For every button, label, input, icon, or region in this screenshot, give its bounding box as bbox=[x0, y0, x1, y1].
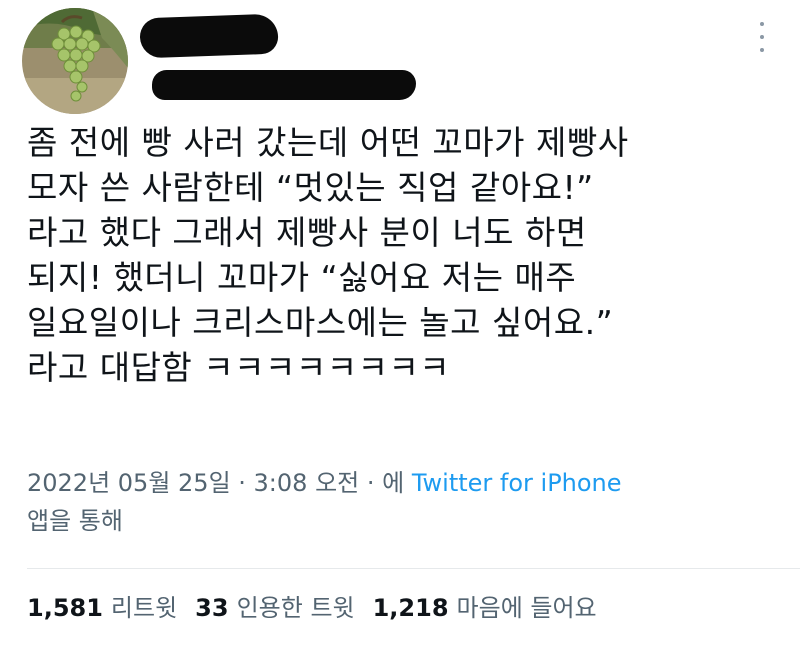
avatar[interactable] bbox=[22, 8, 128, 114]
more-vertical-icon[interactable] bbox=[755, 22, 769, 52]
tweet-timestamp[interactable]: 2022년 05월 25일 · 3:08 오전 · 에 bbox=[27, 469, 412, 497]
tweet-source-suffix: 앱을 통해 bbox=[27, 507, 123, 535]
likes-label: 마음에 들어요 bbox=[456, 594, 597, 622]
redacted-username[interactable] bbox=[152, 70, 416, 100]
tweet-line: 모자 쓴 사람한테 “멋있는 직업 같아요!” bbox=[27, 168, 594, 207]
quotes-label: 인용한 트윗 bbox=[236, 594, 355, 622]
likes-count: 1,218 bbox=[372, 594, 449, 622]
tweet-line: 되지! 했더니 꼬마가 “싫어요 저는 매주 bbox=[27, 258, 577, 297]
more-dot bbox=[760, 48, 764, 52]
tweet-line: 좀 전에 빵 사러 갔는데 어떤 꼬마가 제빵사 bbox=[27, 123, 629, 162]
avatar-grapes-image bbox=[22, 8, 128, 114]
tweet-source-link[interactable]: Twitter for iPhone bbox=[412, 469, 622, 497]
tweet-line: 라고 했다 그래서 제빵사 분이 너도 하면 bbox=[27, 213, 587, 252]
retweets-stat[interactable]: 1,581 리트윗 bbox=[27, 590, 177, 626]
divider bbox=[27, 568, 800, 569]
tweet-line: 라고 대답함 ㅋㅋㅋㅋㅋㅋㅋㅋ bbox=[27, 348, 451, 387]
tweet-stats: 1,581 리트윗 33 인용한 트윗 1,218 마음에 들어요 bbox=[27, 590, 615, 626]
tweet-text: 좀 전에 빵 사러 갔는데 어떤 꼬마가 제빵사 모자 쓴 사람한테 “멋있는 … bbox=[27, 120, 787, 390]
tweet-line: 일요일이나 크리스마스에는 놀고 싶어요.” bbox=[27, 303, 614, 342]
retweets-count: 1,581 bbox=[27, 594, 103, 622]
more-dot bbox=[760, 22, 764, 26]
retweets-label: 리트윗 bbox=[110, 594, 178, 622]
quotes-count: 33 bbox=[195, 594, 229, 622]
likes-stat[interactable]: 1,218 마음에 들어요 bbox=[373, 590, 597, 626]
redacted-display-name[interactable] bbox=[139, 13, 279, 59]
quotes-stat[interactable]: 33 인용한 트윗 bbox=[195, 590, 354, 626]
tweet-metadata: 2022년 05월 25일 · 3:08 오전 · 에 Twitter for … bbox=[27, 464, 622, 502]
more-dot bbox=[760, 35, 764, 39]
